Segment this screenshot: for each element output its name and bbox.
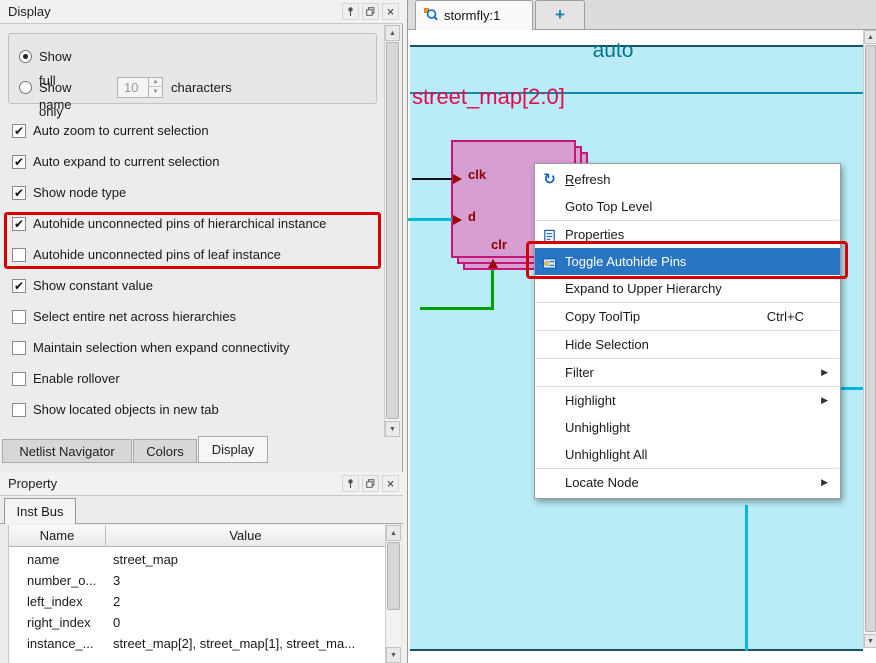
pin-arrow-clr [488, 259, 498, 268]
checkbox-select-entire-net[interactable]: Select entire net across hierarchies [0, 302, 378, 332]
menu-item-properties[interactable]: Properties [535, 221, 840, 248]
pin-arrow-clk [453, 174, 462, 184]
checkbox-maintain-selection[interactable]: Maintain selection when expand connectiv… [0, 333, 378, 363]
scroll-down-icon[interactable]: ▼ [385, 421, 400, 437]
character-count-value: 10 [124, 78, 138, 97]
table-row[interactable]: right_index 0 [9, 612, 385, 633]
pin-arrow-d [453, 215, 462, 225]
name-options-group: Show full name Show only 10 ▲ ▼ characte… [8, 33, 377, 104]
scrollbar-thumb[interactable] [865, 45, 876, 632]
property-table-scrollbar: ▲ ▼ [385, 525, 401, 663]
menu-item-filter[interactable]: ▶ Filter [535, 359, 840, 386]
checkbox-located-objects-new-tab[interactable]: Show located objects in new tab [0, 395, 378, 425]
checkbox-show-constant-value[interactable]: ✔ Show constant value [0, 271, 378, 301]
scroll-down-icon[interactable]: ▼ [386, 647, 401, 663]
checkbox-enable-rollover[interactable]: Enable rollover [0, 364, 378, 394]
checkbox-auto-expand[interactable]: ✔ Auto expand to current selection [0, 147, 378, 177]
properties-icon [541, 226, 558, 243]
menu-item-expand-upper-hierarchy[interactable]: Expand to Upper Hierarchy [535, 275, 840, 302]
new-tab-button[interactable]: + [535, 0, 585, 30]
checkbox-show-node-type[interactable]: ✔ Show node type [0, 178, 378, 208]
column-header-name[interactable]: Name [9, 525, 106, 547]
shortcut-label: Ctrl+C [767, 303, 804, 330]
submenu-arrow-icon: ▶ [821, 469, 828, 496]
property-panel: Property × Inst Bus Name Value name stre… [0, 472, 403, 663]
scrollbar-thumb[interactable] [386, 42, 399, 419]
tab-display[interactable]: Display [198, 436, 268, 463]
menu-item-unhighlight[interactable]: Unhighlight [535, 414, 840, 441]
spin-down-icon[interactable]: ▼ [149, 88, 162, 97]
tab-netlist-navigator[interactable]: Netlist Navigator [2, 439, 132, 463]
menu-item-hide-selection[interactable]: Hide Selection [535, 331, 840, 358]
net-clr-wire-v[interactable] [491, 270, 494, 310]
module-name-label: auto [548, 39, 678, 63]
restore-icon[interactable] [362, 3, 379, 20]
scroll-up-icon[interactable]: ▲ [385, 25, 400, 41]
tab-inst-bus[interactable]: Inst Bus [4, 498, 76, 524]
table-row[interactable]: number_o... 3 [9, 570, 385, 591]
property-panel-titlebar: Property × [0, 472, 403, 496]
schematic-canvas: auto street_map[2:0] clk d clr ↻ Refresh [408, 30, 863, 663]
display-panel-titlebar: Display × [0, 0, 403, 24]
display-panel: Display × Show full name Show only 10 ▲ [0, 0, 403, 463]
toggle-autohide-pins-icon [541, 253, 558, 270]
scrollbar-thumb[interactable] [387, 542, 400, 610]
radio-button [19, 81, 32, 94]
table-row[interactable]: instance_... street_map[2], street_map[1… [9, 633, 385, 654]
characters-label: characters [171, 76, 232, 100]
menu-item-unhighlight-all[interactable]: Unhighlight All [535, 441, 840, 468]
property-panel-title: Property [8, 472, 57, 496]
pin-icon[interactable] [342, 475, 359, 492]
left-dock-column: Display × Show full name Show only 10 ▲ [0, 0, 403, 663]
column-header-value[interactable]: Value [106, 525, 385, 547]
menu-item-highlight[interactable]: ▶ Highlight [535, 387, 840, 414]
menu-item-toggle-autohide-pins[interactable]: Toggle Autohide Pins [535, 248, 840, 275]
checkbox-auto-zoom[interactable]: ✔ Auto zoom to current selection [0, 116, 378, 146]
schematic-tabbar: stormfly:1 + [408, 0, 876, 30]
pin-label-clk: clk [468, 167, 486, 182]
context-menu: ↻ Refresh Goto Top Level Properties Togg… [534, 163, 841, 499]
scroll-up-icon[interactable]: ▲ [864, 30, 876, 44]
display-panel-scrollbar: ▲ ▼ [384, 25, 400, 437]
menu-item-copy-tooltip[interactable]: Ctrl+C Copy ToolTip [535, 303, 840, 330]
checkbox-autohide-leaf[interactable]: Autohide unconnected pins of leaf instan… [0, 240, 378, 270]
submenu-arrow-icon: ▶ [821, 359, 828, 386]
submenu-arrow-icon: ▶ [821, 387, 828, 414]
net-cyan-v[interactable] [745, 505, 748, 651]
restore-icon[interactable] [362, 475, 379, 492]
table-row[interactable]: name street_map [9, 549, 385, 570]
net-d-wire[interactable] [408, 218, 452, 221]
spin-up-icon[interactable]: ▲ [149, 78, 162, 87]
tab-stormfly[interactable]: stormfly:1 [415, 0, 533, 30]
pin-icon[interactable] [342, 3, 359, 20]
menu-item-locate-node[interactable]: ▶ Locate Node [535, 469, 840, 496]
table-row[interactable]: left_index 2 [9, 591, 385, 612]
property-table: Name Value name street_map number_o... 3… [8, 525, 385, 663]
tab-colors[interactable]: Colors [133, 439, 197, 463]
close-icon[interactable]: × [382, 3, 399, 20]
schematic-view: stormfly:1 + auto street_map[2:0] clk d … [407, 0, 876, 663]
schematic-tab-icon [422, 7, 439, 24]
character-count-spinner[interactable]: 10 ▲ ▼ [117, 77, 163, 98]
net-clr-wire-h[interactable] [420, 307, 494, 310]
refresh-icon: ↻ [541, 171, 558, 188]
bus-label: street_map[2:0] [412, 84, 565, 110]
net-cyan-h[interactable] [840, 387, 863, 390]
display-panel-title: Display [8, 0, 51, 24]
schematic-scrollbar: ▲ ▼ [863, 30, 876, 648]
menu-item-goto-top-level[interactable]: Goto Top Level [535, 193, 840, 220]
checkbox-autohide-hierarchical[interactable]: ✔ Autohide unconnected pins of hierarchi… [0, 209, 378, 239]
pin-label-d: d [468, 209, 476, 224]
net-clk-wire[interactable] [412, 178, 452, 180]
radio-button [19, 50, 32, 63]
close-icon[interactable]: × [382, 475, 399, 492]
scroll-up-icon[interactable]: ▲ [386, 525, 401, 541]
scroll-down-icon[interactable]: ▼ [864, 634, 876, 648]
menu-item-refresh[interactable]: ↻ Refresh [535, 166, 840, 193]
pin-label-clr: clr [491, 237, 507, 252]
